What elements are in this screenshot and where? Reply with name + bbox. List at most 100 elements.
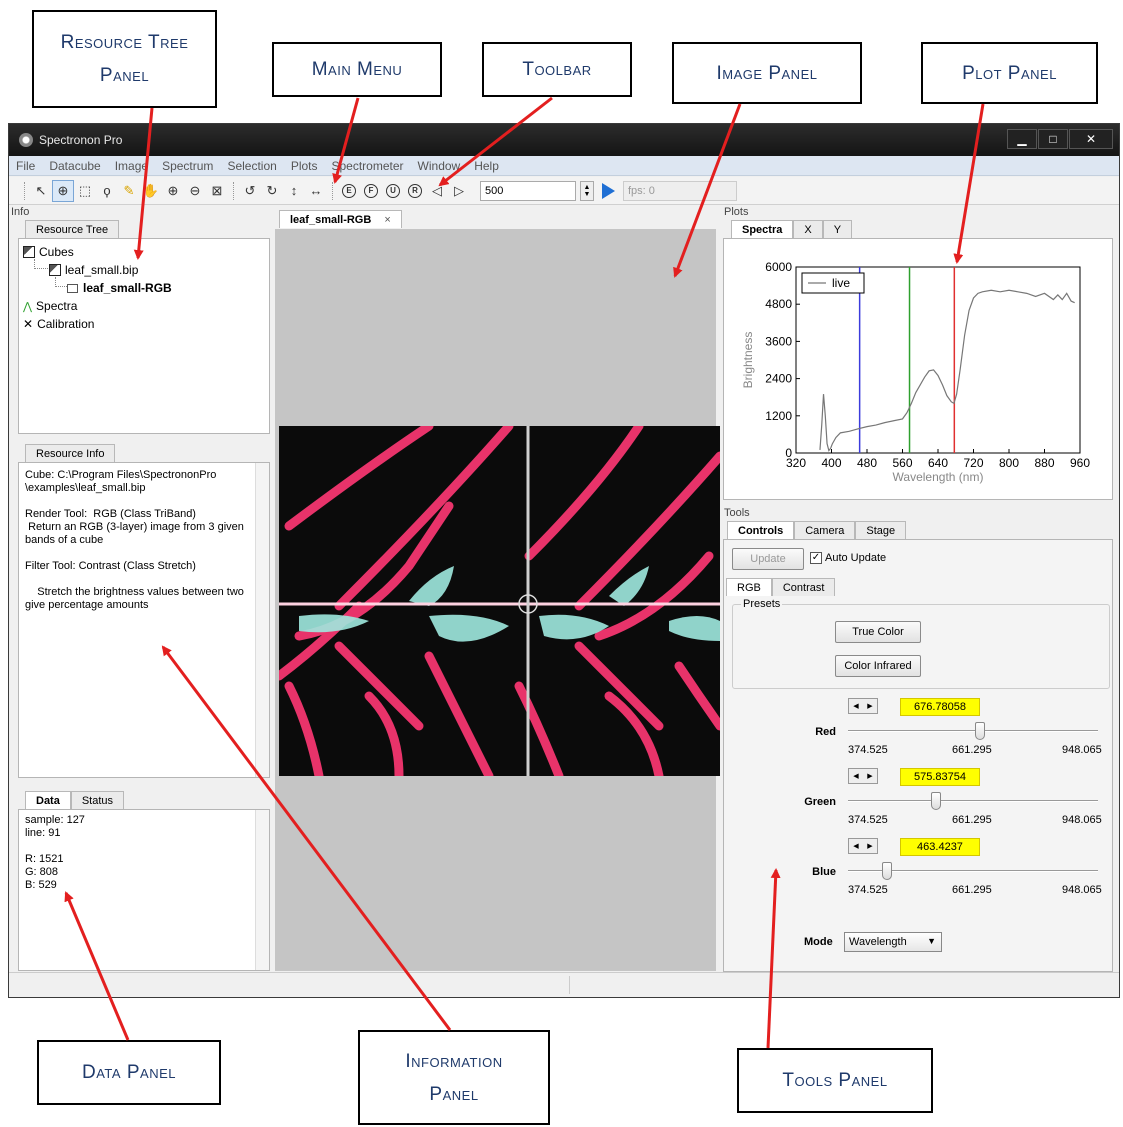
menu-plots[interactable]: Plots (284, 159, 325, 173)
tab-resource-tree[interactable]: Resource Tree (25, 220, 120, 238)
mode-select-value: Wavelength (849, 936, 907, 948)
tab-stage[interactable]: Stage (855, 521, 907, 539)
image-panel[interactable] (275, 229, 720, 971)
tools-tabs: Controls Camera Stage (727, 521, 907, 539)
slider-thumb[interactable] (881, 862, 892, 880)
slider-value[interactable]: 463.4237 (900, 838, 980, 856)
callout-tools-panel: Tools Panel (737, 1048, 933, 1113)
pointer-icon[interactable]: ↖ (30, 180, 52, 202)
tree-item-calibration[interactable]: ✕ Calibration (23, 317, 94, 331)
step-right-icon[interactable]: ▶ (863, 699, 877, 713)
info-panel-header: Info (11, 206, 30, 218)
step-right-icon[interactable]: ▶ (863, 839, 877, 853)
step-left-icon[interactable]: ◀ (849, 839, 863, 853)
f-icon[interactable]: F (360, 180, 382, 202)
mode-select[interactable]: Wavelength ▼ (844, 932, 942, 952)
tree-item-render-label: leaf_small-RGB (83, 281, 172, 295)
pan-hand-icon[interactable]: ✋ (140, 180, 162, 202)
slider-thumb[interactable] (930, 792, 941, 810)
maximize-button[interactable]: □ (1038, 129, 1068, 149)
rotate-ccw-icon[interactable]: ↺ (239, 180, 261, 202)
tab-image[interactable]: leaf_small-RGB × (279, 210, 402, 228)
slider-step-buttons[interactable]: ◀ ▶ (848, 838, 878, 854)
data-tabs: Data Status (25, 791, 125, 809)
step-left-icon[interactable]: ◀ (849, 699, 863, 713)
menu-spectrum[interactable]: Spectrum (155, 159, 220, 173)
slider-max: 948.065 (1062, 744, 1102, 756)
plots-panel-header: Plots (724, 206, 749, 218)
menu-selection[interactable]: Selection (220, 159, 283, 173)
auto-update-checkbox[interactable]: ✓ (810, 552, 822, 564)
menu-datacube[interactable]: Datacube (42, 159, 107, 173)
close-button[interactable]: ✕ (1069, 129, 1113, 149)
tab-spectra[interactable]: Spectra (731, 220, 794, 238)
e-icon[interactable]: E (338, 180, 360, 202)
tab-status[interactable]: Status (70, 791, 125, 809)
wand-icon[interactable]: ✎ (118, 180, 140, 202)
plot-area (795, 266, 1081, 454)
tab-x[interactable]: X (793, 220, 823, 238)
step-left-icon[interactable]: ◀ (849, 769, 863, 783)
u-icon[interactable]: U (382, 180, 404, 202)
zoom-out-icon[interactable]: ⊖ (184, 180, 206, 202)
frame-spinner[interactable]: ▲ ▼ (580, 180, 594, 201)
slider-step-buttons[interactable]: ◀ ▶ (848, 768, 878, 784)
tab-y[interactable]: Y (822, 220, 853, 238)
true-color-button[interactable]: True Color (835, 621, 921, 643)
prev-icon[interactable]: ◁ (426, 180, 448, 202)
rotate-cw-icon[interactable]: ↻ (261, 180, 283, 202)
close-tab-icon[interactable]: × (384, 214, 390, 226)
callout-image-panel-text: Image Panel (716, 62, 818, 84)
slider-value[interactable]: 575.83754 (900, 768, 980, 786)
color-infrared-button[interactable]: Color Infrared (835, 655, 921, 677)
y-tick-label: 6000 (765, 260, 792, 274)
tree-item-render[interactable]: leaf_small-RGB (67, 281, 172, 295)
tab-resource-info[interactable]: Resource Info (25, 444, 116, 462)
tree-item-cubes[interactable]: Cubes (23, 245, 74, 259)
tree-item-file[interactable]: leaf_small.bip (49, 263, 138, 277)
tree-item-calibration-label: Calibration (37, 317, 95, 331)
crosshair-icon[interactable]: ⊕ (52, 179, 74, 202)
flip-vertical-icon[interactable]: ↕ (283, 180, 305, 202)
next-icon[interactable]: ▷ (448, 180, 470, 202)
rect-select-icon[interactable]: ⬚ (74, 180, 96, 202)
tab-camera[interactable]: Camera (794, 521, 856, 539)
menu-window[interactable]: Window (411, 159, 468, 173)
tools-icon: ✕ (23, 317, 34, 331)
zoom-fit-icon[interactable]: ⊠ (206, 180, 228, 202)
update-button[interactable]: Update (732, 548, 804, 570)
minimize-button[interactable]: ▁ (1007, 129, 1037, 149)
menu-spectrometer[interactable]: Spectrometer (325, 159, 411, 173)
callout-data-panel-text: Data Panel (82, 1062, 176, 1083)
plot-tabs: Spectra X Y (731, 220, 853, 238)
data-scrollbar[interactable] (255, 810, 269, 970)
lasso-icon[interactable]: ϙ (96, 180, 118, 202)
r-icon[interactable]: R (404, 180, 426, 202)
info-scrollbar[interactable] (255, 463, 269, 777)
slider-track[interactable] (848, 800, 1098, 802)
step-right-icon[interactable]: ▶ (863, 769, 877, 783)
zoom-in-icon[interactable]: ⊕ (162, 180, 184, 202)
tab-contrast[interactable]: Contrast (771, 578, 836, 596)
menu-file[interactable]: File (9, 159, 42, 173)
tree-item-spectra[interactable]: ⋀ Spectra (23, 299, 77, 313)
slider-min: 374.525 (848, 884, 888, 896)
menu-help[interactable]: Help (467, 159, 506, 173)
menu-image[interactable]: Image (108, 159, 155, 173)
slider-value[interactable]: 676.78058 (900, 698, 980, 716)
image-icon (67, 283, 78, 293)
tools-panel: Update ✓ Auto Update RGB Contrast Preset… (723, 539, 1113, 972)
slider-track[interactable] (848, 730, 1098, 732)
slider-min: 374.525 (848, 744, 888, 756)
tab-controls[interactable]: Controls (727, 521, 795, 539)
leaf-image[interactable] (279, 426, 720, 776)
tab-rgb[interactable]: RGB (726, 578, 772, 596)
slider-step-buttons[interactable]: ◀ ▶ (848, 698, 878, 714)
tab-data[interactable]: Data (25, 791, 71, 809)
play-icon[interactable] (602, 182, 615, 199)
spectrum-chart[interactable]: 320 400 480 560 640 720 800 880 9600120024003600… (724, 239, 1112, 499)
y-tick-label: 4800 (765, 297, 792, 311)
frame-input[interactable] (480, 180, 576, 201)
flip-horizontal-icon[interactable]: ↔ (305, 180, 327, 202)
slider-thumb[interactable] (974, 722, 985, 740)
